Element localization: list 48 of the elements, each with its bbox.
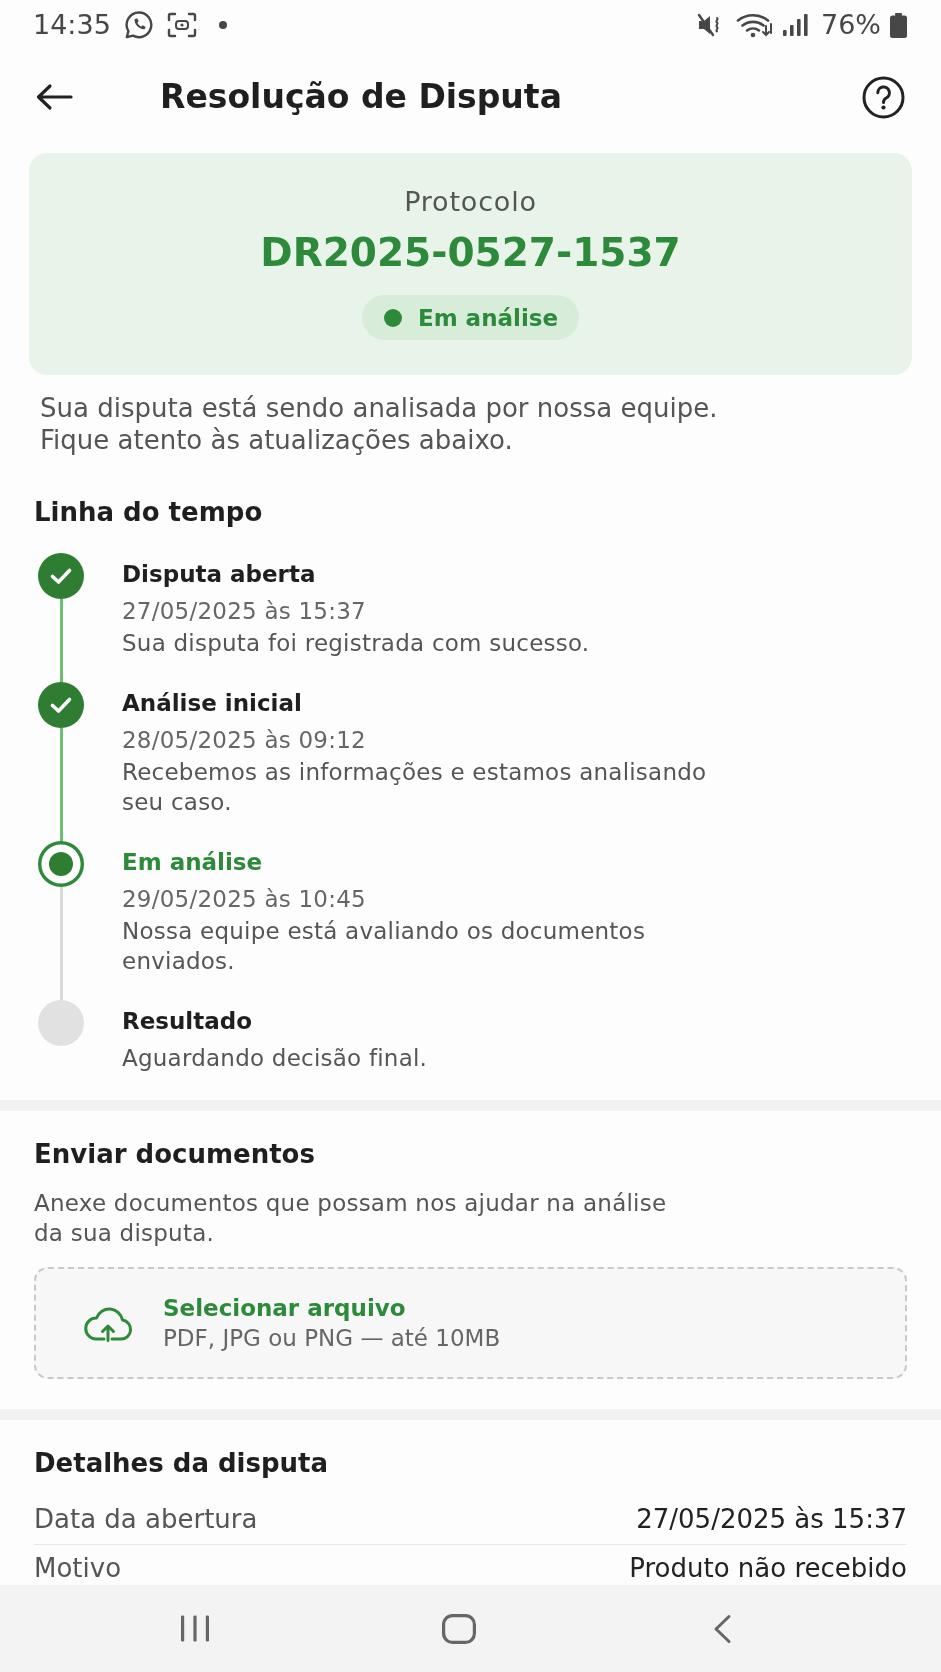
select-file-link[interactable]: Selecionar arquivo (163, 1293, 406, 1323)
status-label: Em análise (417, 303, 559, 333)
dot-icon (218, 21, 227, 29)
status-time: 14:35 (33, 9, 111, 41)
step-title: Análise inicial (122, 689, 302, 718)
recent-apps-icon (179, 1615, 211, 1642)
check-circle-icon (38, 682, 84, 728)
info-text: Sua disputa está sendo analisada por nossa equipe. (40, 392, 718, 424)
detail-value: Produto não recebido (629, 1553, 907, 1583)
section-description: Anexe documentos que possam nos ajudar na análise da sua disputa. (34, 1189, 668, 1248)
detail-label: Motivo (34, 1553, 122, 1583)
check-circle-icon (38, 553, 84, 599)
chat-icon (123, 10, 154, 40)
circle-icon (38, 1000, 84, 1046)
home-icon (442, 1613, 476, 1644)
battery-percent: 76% (821, 9, 881, 41)
detail-label: Data da abertura (34, 1503, 258, 1536)
step-title: Disputa aberta (122, 560, 316, 589)
protocol-number: DR2025-0527-1537 (260, 230, 681, 276)
help-icon (862, 75, 905, 119)
section-title: Linha do tempo (34, 496, 263, 528)
signal-icon (782, 13, 809, 37)
section-title: Enviar documentos (34, 1138, 315, 1170)
step-description: Sua disputa foi registrada com sucesso. (122, 629, 590, 658)
protocol-label: Protocolo (404, 187, 537, 217)
step-title: Resultado (122, 1007, 253, 1036)
step-description: Recebemos as informações e estamos analisando seu caso. (122, 758, 708, 817)
arrow-left-icon (35, 83, 73, 111)
step-date: 27/05/2025 às 15:37 (122, 597, 366, 626)
battery-icon (890, 12, 907, 38)
back-button[interactable] (35, 83, 73, 111)
upload-dropzone[interactable]: Selecionar arquivo PDF, JPG ou PNG — até 10MB (34, 1267, 907, 1379)
file-type-hint: PDF, JPG ou PNG — até 10MB (163, 1324, 501, 1353)
step-title: Em análise (122, 848, 263, 877)
help-button[interactable] (862, 75, 905, 119)
scan-frame-icon (166, 12, 197, 38)
step-date: 28/05/2025 às 09:12 (122, 726, 366, 755)
info-text: Fique atento às atualizações abaixo. (40, 424, 513, 456)
ring-dot-icon (38, 841, 84, 887)
step-description: Aguardando decisão final. (122, 1044, 428, 1073)
step-date: 29/05/2025 às 10:45 (122, 885, 366, 914)
status-dot-icon (383, 308, 402, 327)
section-title: Detalhes da disputa (34, 1447, 329, 1479)
chevron-left-icon (712, 1613, 732, 1644)
detail-value: 27/05/2025 às 15:37 (636, 1503, 907, 1536)
step-description: Nossa equipe está avaliando os documentos enviados. (122, 917, 647, 976)
page-title: Resolução de Disputa (160, 77, 562, 117)
wifi-icon (736, 12, 774, 38)
